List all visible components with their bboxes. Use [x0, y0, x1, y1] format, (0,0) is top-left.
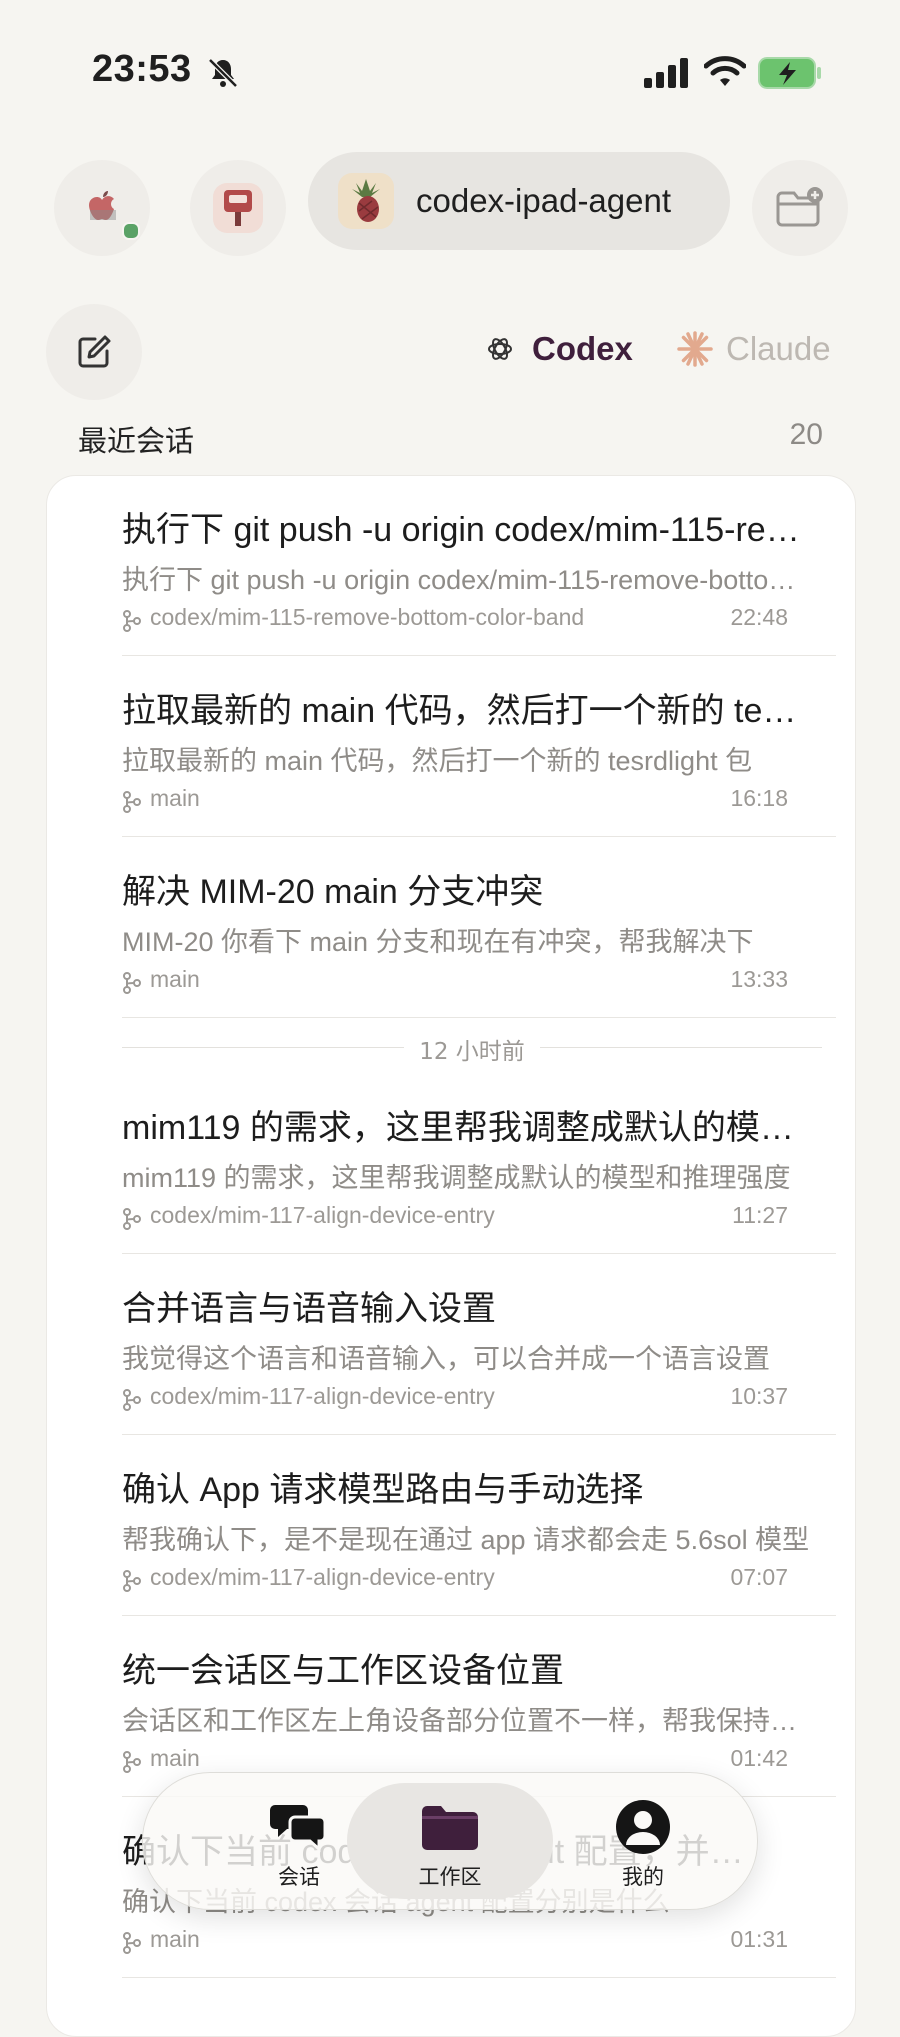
pineapple-icon: [338, 173, 394, 229]
git-branch-icon: [123, 791, 141, 813]
session-meta: codex/mim-117-align-device-entry 07:07: [122, 1564, 788, 1598]
tab-workspace[interactable]: 工作区: [350, 1773, 550, 1909]
row-divider: [122, 1253, 836, 1254]
git-branch-icon: [123, 1751, 141, 1773]
battery-charging-icon: [758, 57, 821, 89]
session-preview: 执行下 git push -u origin codex/mim-115-rem…: [122, 565, 812, 595]
session-meta: codex/mim-115-remove-bottom-color-band 22…: [122, 604, 788, 638]
project-chip-mailbox[interactable]: [190, 160, 286, 256]
session-title: 拉取最新的 main 代码，然后打一个新的 tesrdlight 包: [122, 692, 812, 730]
session-list-item[interactable]: 拉取最新的 main 代码，然后打一个新的 tesrdlight 包拉取最新的 …: [76, 657, 836, 837]
profile-icon: [616, 1800, 670, 1854]
session-preview: 帮我确认下，是不是现在通过 app 请求都会走 5.6sol 模型: [122, 1525, 810, 1555]
git-branch-icon: [123, 610, 141, 632]
cellular-signal-icon: [644, 58, 688, 88]
project-chip-apple[interactable]: [54, 160, 150, 256]
claude-logo-icon: [677, 331, 713, 367]
session-branch: main: [150, 966, 200, 992]
session-preview: MIM-20 你看下 main 分支和现在有冲突，帮我解决下: [122, 927, 754, 957]
apple-logo-icon: [77, 183, 127, 233]
tab-me[interactable]: 我的: [543, 1773, 743, 1909]
git-branch-icon: [123, 1932, 141, 1954]
agent-claude-label: Claude: [726, 330, 831, 367]
session-title: 确认 App 请求模型路由与手动选择: [122, 1471, 644, 1509]
session-title: 合并语言与语音输入设置: [122, 1290, 496, 1328]
mailbox-icon: [213, 183, 263, 233]
status-time: 23:53: [92, 48, 192, 90]
session-branch: main: [150, 1926, 200, 1952]
session-title: 执行下 git push -u origin codex/mim-115-rem…: [122, 511, 812, 549]
session-preview: 我觉得这个语言和语音输入，可以合并成一个语言设置: [122, 1344, 770, 1374]
session-branch: codex/mim-117-align-device-entry: [150, 1383, 495, 1409]
row-divider: [122, 1017, 836, 1018]
session-list-item[interactable]: 执行下 git push -u origin codex/mim-115-rem…: [76, 476, 836, 656]
session-title: 解决 MIM-20 main 分支冲突: [122, 873, 544, 911]
session-list-item[interactable]: mim119 的需求，这里帮我调整成默认的模型和推理强度 mim119 的需求，这…: [76, 1074, 836, 1254]
status-bar: 23:53: [0, 0, 900, 140]
folder-icon: [422, 1806, 478, 1850]
session-title: 统一会话区与工作区设备位置: [122, 1652, 564, 1690]
session-branch: main: [150, 785, 200, 811]
session-count: 20: [789, 418, 823, 451]
session-preview: 拉取最新的 main 代码，然后打一个新的 tesrdlight 包: [122, 746, 753, 776]
row-divider: [122, 836, 836, 837]
bell-muted-icon: [208, 58, 238, 88]
session-title: mim119 的需求，这里帮我调整成默认的模型和推理强度: [122, 1109, 812, 1147]
section-title: 最近会话: [78, 424, 195, 458]
session-meta: codex/mim-117-align-device-entry 10:37: [122, 1383, 788, 1417]
session-time: 01:31: [730, 1926, 788, 1952]
git-branch-icon: [123, 1389, 141, 1411]
session-meta: main 16:18: [122, 785, 788, 819]
project-chip-active[interactable]: codex-ipad-agent: [308, 152, 730, 250]
row-divider: [122, 1434, 836, 1435]
session-time: 07:07: [730, 1564, 788, 1590]
session-list-item[interactable]: 确认 App 请求模型路由与手动选择帮我确认下，是不是现在通过 app 请求都会…: [76, 1436, 836, 1616]
agent-claude-tab[interactable]: Claude: [676, 330, 831, 368]
wifi-icon: [704, 56, 746, 86]
session-time: 22:48: [730, 604, 788, 630]
row-divider: [122, 1977, 836, 1978]
session-time: 01:42: [730, 1745, 788, 1771]
time-separator-label: 12 小时前: [419, 1039, 525, 1065]
session-meta: main 13:33: [122, 966, 788, 1000]
compose-icon: [78, 335, 111, 368]
session-time: 16:18: [730, 785, 788, 811]
session-list-item[interactable]: 解决 MIM-20 main 分支冲突 MIM-20 你看下 main 分支和现在…: [76, 838, 836, 1018]
add-folder-icon: [776, 187, 823, 227]
new-session-button[interactable]: [46, 304, 142, 400]
session-branch: codex/mim-117-align-device-entry: [150, 1202, 495, 1228]
session-meta: main 01:31: [122, 1926, 788, 1960]
bottom-tab-bar: 会话 工作区 我的: [142, 1772, 758, 1910]
openai-logo-icon: [488, 338, 512, 360]
session-list-item[interactable]: 统一会话区与工作区设备位置会话区和工作区左上角设备部分位置不一样，帮我保持一致 m…: [76, 1617, 836, 1797]
git-branch-icon: [123, 1570, 141, 1592]
session-time: 11:27: [732, 1202, 788, 1228]
agent-codex-label: Codex: [532, 330, 633, 367]
session-time: 10:37: [730, 1383, 788, 1409]
row-divider: [122, 655, 836, 656]
session-branch: main: [150, 1745, 200, 1771]
tab-me-label: 我的: [622, 1865, 664, 1889]
session-preview: mim119 的需求，这里帮我调整成默认的模型和推理强度: [122, 1163, 791, 1193]
agent-codex-tab[interactable]: Codex: [486, 330, 633, 368]
active-project-label: codex-ipad-agent: [416, 182, 672, 219]
session-time: 13:33: [730, 966, 788, 992]
git-branch-icon: [123, 972, 141, 994]
session-branch: codex/mim-117-align-device-entry: [150, 1564, 495, 1590]
git-branch-icon: [123, 1208, 141, 1230]
time-separator: 12 小时前: [122, 1030, 822, 1066]
online-status-dot: [122, 222, 140, 240]
session-list-item[interactable]: 合并语言与语音输入设置我觉得这个语言和语音输入，可以合并成一个语言设置 codex…: [76, 1255, 836, 1435]
session-preview: 会话区和工作区左上角设备部分位置不一样，帮我保持一致: [122, 1706, 812, 1736]
session-meta: codex/mim-117-align-device-entry 11:27: [122, 1202, 788, 1236]
session-branch: codex/mim-115-remove-bottom-color-band: [150, 604, 585, 630]
chat-bubbles-icon: [270, 1805, 327, 1853]
add-project-button[interactable]: [752, 160, 848, 256]
row-divider: [122, 1615, 836, 1616]
tab-workspace-label: 工作区: [418, 1865, 482, 1889]
